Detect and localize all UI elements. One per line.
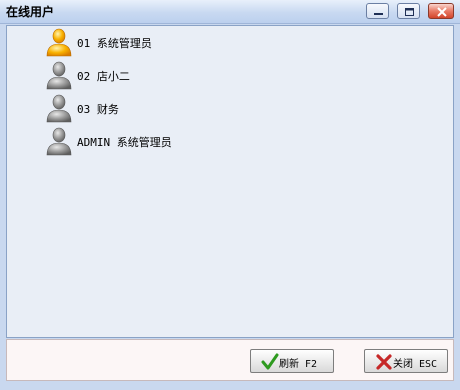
button-bar: 刷新 F2 关闭 ESC (6, 339, 454, 381)
maximize-icon (405, 8, 414, 16)
close-button-label: 关闭 ESC (393, 359, 438, 370)
minimize-button[interactable] (366, 3, 389, 19)
refresh-button[interactable]: 刷新 F2 (250, 349, 334, 373)
user-label: ADMIN 系统管理员 (77, 136, 172, 149)
user-offline-icon (46, 127, 72, 156)
user-offline-icon (46, 94, 72, 123)
title-bar[interactable]: 在线用户 (0, 0, 460, 24)
list-item-user-02[interactable]: 02 店小二 (43, 59, 403, 91)
x-icon (376, 354, 392, 370)
user-label: 03 财务 (77, 103, 119, 116)
user-online-icon (46, 28, 72, 57)
close-button[interactable]: 关闭 ESC (364, 349, 448, 373)
close-icon (437, 7, 447, 17)
user-label: 01 系统管理员 (77, 37, 152, 50)
maximize-button[interactable] (397, 3, 420, 19)
list-item-user-03[interactable]: 03 财务 (43, 92, 403, 124)
online-users-window: 在线用户 01 系统管理员 02 店小二 03 财务 ADMIN 系统管理员 刷… (0, 0, 460, 390)
checkmark-icon (261, 353, 279, 370)
list-item-user-admin[interactable]: ADMIN 系统管理员 (43, 125, 403, 157)
window-title: 在线用户 (6, 5, 55, 19)
online-user-list[interactable]: 01 系统管理员 02 店小二 03 财务 ADMIN 系统管理员 (6, 25, 454, 338)
user-offline-icon (46, 61, 72, 90)
user-label: 02 店小二 (77, 70, 130, 83)
refresh-button-label: 刷新 F2 (279, 359, 318, 370)
minimize-icon (374, 13, 383, 15)
close-window-button[interactable] (428, 3, 454, 19)
list-item-user-01[interactable]: 01 系统管理员 (43, 26, 403, 58)
